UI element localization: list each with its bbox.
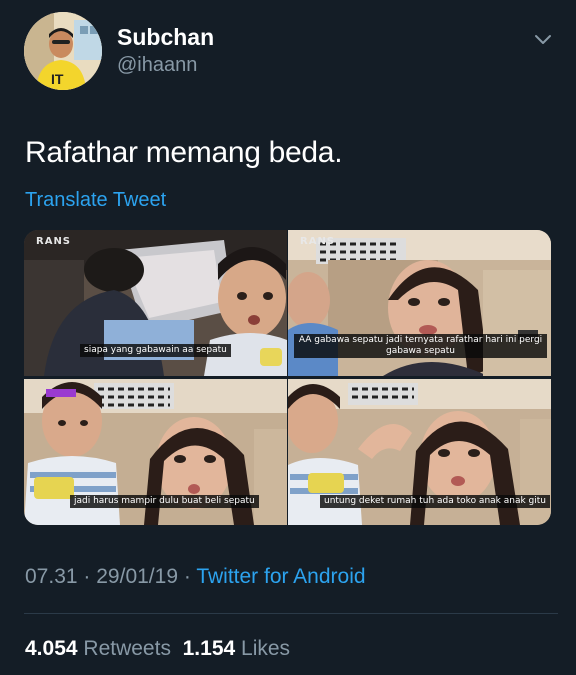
- avatar-photo: IT: [24, 12, 102, 90]
- meta-separator: ·: [183, 565, 191, 588]
- retweets-stat[interactable]: 4.054 Retweets: [25, 637, 171, 660]
- media-grid: RANS siapa yang gabawain aa sepatu RANS …: [24, 230, 551, 525]
- svg-text:IT: IT: [51, 71, 64, 87]
- likes-label: Likes: [241, 637, 291, 660]
- media-image-3[interactable]: jadi harus mampir dulu buat beli sepatu: [24, 379, 287, 525]
- translate-tweet-link[interactable]: Translate Tweet: [25, 189, 166, 212]
- divider: [24, 613, 558, 614]
- media-image-4[interactable]: untung deket rumah tuh ada toko anak ana…: [288, 379, 551, 525]
- image-caption: jadi harus mampir dulu buat beli sepatu: [70, 495, 259, 508]
- image-caption: untung deket rumah tuh ada toko anak ana…: [320, 495, 550, 508]
- tweet-stats: 4.054 Retweets 1.154 Likes: [25, 637, 290, 661]
- likes-stat[interactable]: 1.154 Likes: [183, 637, 290, 660]
- rans-watermark: RANS: [36, 236, 72, 247]
- tweet-source-link[interactable]: Twitter for Android: [196, 565, 365, 588]
- media-image-1[interactable]: RANS siapa yang gabawain aa sepatu: [24, 230, 287, 376]
- media-image-2[interactable]: RANS AA gabawa sepatu jadi ternyata rafa…: [288, 230, 551, 376]
- retweets-count: 4.054: [25, 637, 78, 660]
- meta-separator: ·: [83, 565, 91, 588]
- user-handle[interactable]: @ihaann: [117, 54, 197, 77]
- image-caption: AA gabawa sepatu jadi ternyata rafathar …: [294, 334, 547, 358]
- image-caption: siapa yang gabawain aa sepatu: [80, 344, 231, 357]
- display-name[interactable]: Subchan: [117, 24, 214, 51]
- tweet-meta: 07.31 · 29/01/19 · Twitter for Android: [25, 565, 366, 589]
- retweets-label: Retweets: [83, 637, 171, 660]
- avatar[interactable]: IT: [24, 12, 102, 90]
- tweet-text: Rafathar memang beda.: [25, 136, 343, 169]
- tweet-date: 29/01/19: [96, 565, 178, 588]
- likes-count: 1.154: [182, 637, 236, 660]
- tweet-time: 07.31: [25, 565, 78, 588]
- rans-watermark: RANS: [300, 236, 336, 247]
- chevron-down-icon[interactable]: [532, 28, 554, 50]
